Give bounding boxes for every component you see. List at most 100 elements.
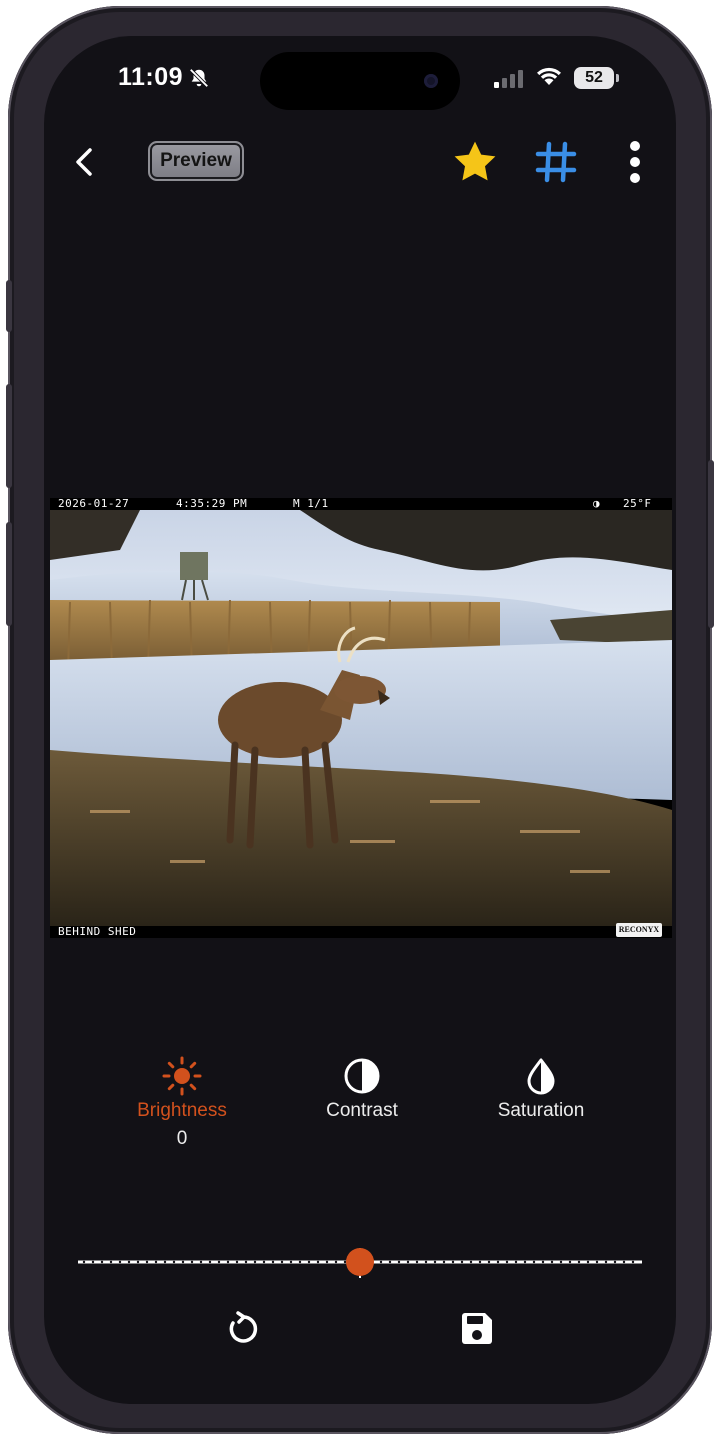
- status-time: 11:09: [118, 63, 184, 91]
- slider-tick: [424, 1260, 428, 1264]
- brightness-value: 0: [176, 1128, 188, 1149]
- slider-tick: [550, 1260, 554, 1264]
- slider-tick: [253, 1260, 257, 1264]
- slider-tick: [379, 1260, 383, 1264]
- slider-tick: [442, 1260, 446, 1264]
- slider-tick: [172, 1260, 176, 1264]
- slider-tick: [181, 1260, 185, 1264]
- slider-tick: [199, 1260, 203, 1264]
- slider-tick: [307, 1260, 311, 1264]
- preview-badge: Preview: [148, 141, 244, 181]
- battery-nub: [616, 74, 619, 82]
- slider-tick: [568, 1260, 572, 1264]
- mute-switch: [6, 280, 12, 332]
- slider-tick: [190, 1260, 194, 1264]
- brightness-slider[interactable]: [78, 1244, 642, 1280]
- wifi-icon: [537, 67, 561, 85]
- slider-tick: [136, 1260, 140, 1264]
- reset-icon[interactable]: [224, 1310, 262, 1348]
- slider-tick: [577, 1260, 581, 1264]
- save-icon[interactable]: [458, 1310, 496, 1348]
- slider-tick: [163, 1260, 167, 1264]
- slider-tick: [541, 1260, 545, 1264]
- photo-sequence: M 1/1: [293, 498, 329, 510]
- contrast-icon: [344, 1058, 380, 1094]
- slider-tick: [523, 1260, 527, 1264]
- volume-down-button: [6, 522, 12, 626]
- slider-tick: [496, 1260, 500, 1264]
- slider-tick: [460, 1260, 464, 1264]
- slider-tick: [217, 1260, 221, 1264]
- slider-tick: [127, 1260, 131, 1264]
- chevron-left-icon[interactable]: [70, 142, 100, 182]
- star-icon[interactable]: [450, 138, 500, 186]
- slider-tick: [316, 1260, 320, 1264]
- slider-tick: [559, 1260, 563, 1264]
- slider-tick: [397, 1260, 401, 1264]
- slider-tick: [325, 1260, 329, 1264]
- photo-info-bar: 2026-01-27 4:35:29 PM M 1/1 ◑ 25°F: [50, 498, 672, 510]
- more-vertical-icon[interactable]: [628, 140, 642, 184]
- slider-tick: [343, 1260, 347, 1264]
- volume-up-button: [6, 384, 12, 488]
- slider-tick: [505, 1260, 509, 1264]
- photo-location: BEHIND SHED: [58, 925, 137, 938]
- slider-tick: [595, 1260, 599, 1264]
- slider-tick: [388, 1260, 392, 1264]
- slider-tick: [91, 1260, 95, 1264]
- trail-camera-photo[interactable]: 2026-01-27 4:35:29 PM M 1/1 ◑ 25°F BEHIN…: [50, 498, 672, 938]
- brightness-label: Brightness: [137, 1100, 227, 1121]
- contrast-label: Contrast: [326, 1100, 398, 1121]
- slider-tick: [280, 1260, 284, 1264]
- power-button: [708, 460, 714, 628]
- slider-thumb[interactable]: [346, 1248, 374, 1276]
- slider-tick: [235, 1260, 239, 1264]
- slider-tick: [451, 1260, 455, 1264]
- slider-tick: [109, 1260, 113, 1264]
- slider-tick: [244, 1260, 248, 1264]
- tool-brightness[interactable]: Brightness 0: [112, 1056, 252, 1150]
- slider-tick: [118, 1260, 122, 1264]
- photo-temperature: 25°F: [623, 498, 652, 510]
- slider-tick: [631, 1260, 635, 1264]
- slider-tick: [289, 1260, 293, 1264]
- slider-tick: [469, 1260, 473, 1264]
- slider-tick: [514, 1260, 518, 1264]
- slider-tick: [433, 1260, 437, 1264]
- bell-slash-icon: [189, 68, 209, 88]
- slider-tick: [532, 1260, 536, 1264]
- slider-tick: [271, 1260, 275, 1264]
- slider-tick: [604, 1260, 608, 1264]
- battery-icon: 52: [574, 67, 614, 89]
- slider-tick: [145, 1260, 149, 1264]
- droplet-half-icon: [527, 1058, 555, 1095]
- hashtag-icon[interactable]: [534, 140, 578, 184]
- slider-tick: [406, 1260, 410, 1264]
- slider-tick: [262, 1260, 266, 1264]
- slider-tick: [100, 1260, 104, 1264]
- reconyx-logo: RECONYX: [616, 923, 662, 937]
- slider-tick: [82, 1260, 86, 1264]
- slider-tick: [415, 1260, 419, 1264]
- slider-tick: [226, 1260, 230, 1264]
- dynamic-island: [260, 52, 460, 110]
- tool-saturation[interactable]: Saturation: [471, 1056, 611, 1122]
- slider-tick: [298, 1260, 302, 1264]
- moon-phase-icon: ◑: [593, 498, 601, 510]
- slider-tick: [334, 1260, 338, 1264]
- sun-icon: [162, 1056, 202, 1096]
- signal-icon: [494, 70, 523, 88]
- slider-tick: [613, 1260, 617, 1264]
- slider-tick: [586, 1260, 590, 1264]
- slider-tick: [478, 1260, 482, 1264]
- saturation-label: Saturation: [497, 1100, 585, 1121]
- app-screen: 11:09 52 Preview 2026-01-27 4:35:29 PM M…: [44, 36, 676, 1404]
- photo-scene: [50, 510, 672, 926]
- slider-tick: [154, 1260, 158, 1264]
- slider-tick: [487, 1260, 491, 1264]
- photo-footer-bar: BEHIND SHED RECONYX: [50, 923, 672, 938]
- photo-time: 4:35:29 PM: [176, 498, 248, 510]
- tool-contrast[interactable]: Contrast: [292, 1056, 432, 1122]
- slider-tick: [622, 1260, 626, 1264]
- slider-tick: [208, 1260, 212, 1264]
